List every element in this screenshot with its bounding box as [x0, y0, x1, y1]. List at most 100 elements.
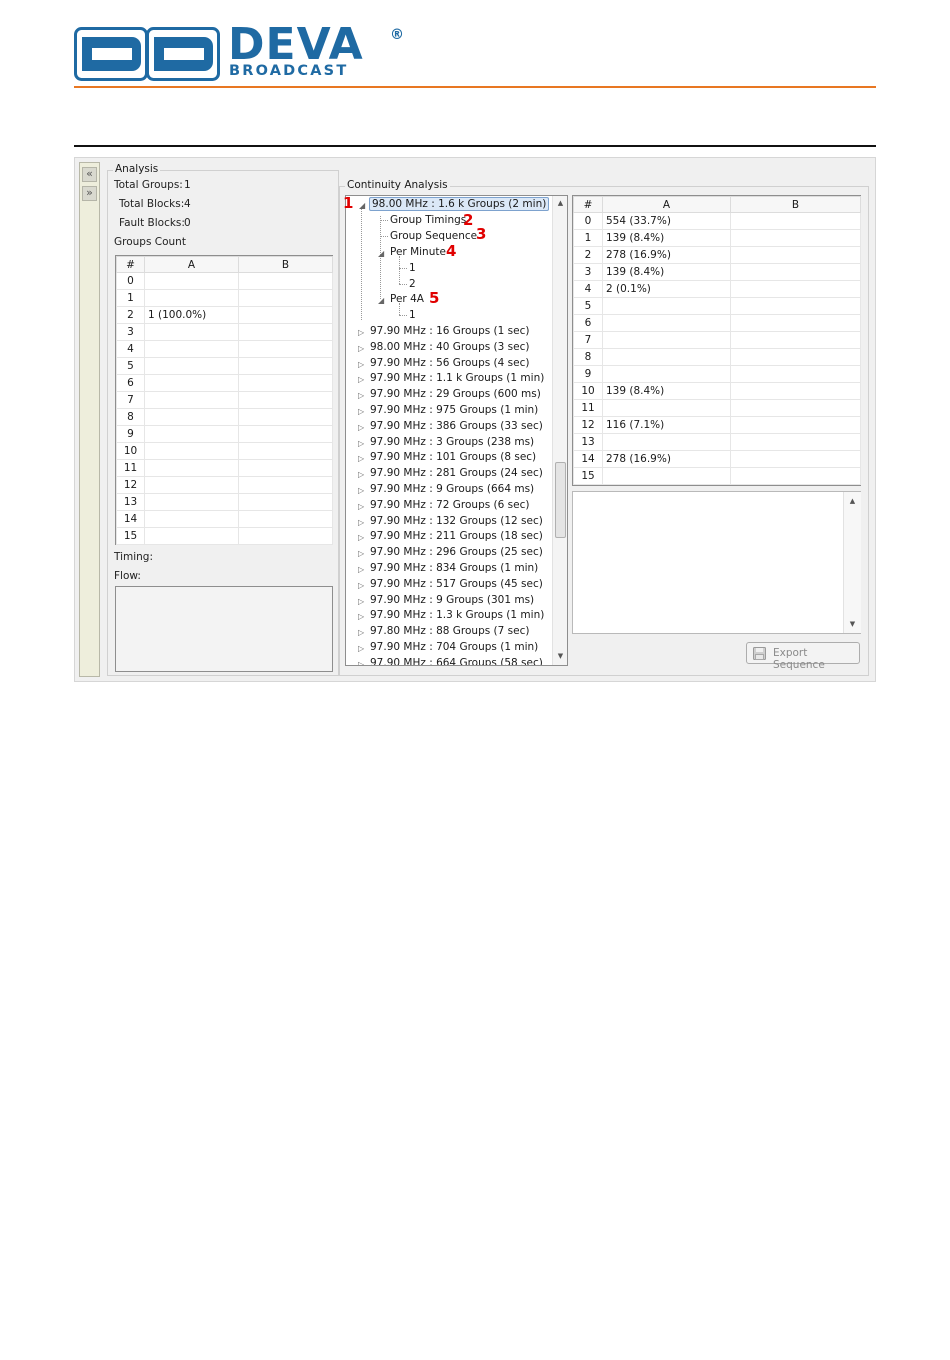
tree-item[interactable]: 97.90 MHz : 975 Groups (1 min)	[370, 404, 538, 416]
collapsed-triangle-icon[interactable]: ▷	[358, 344, 364, 353]
per-minute-item[interactable]: 1	[409, 262, 416, 274]
collapsed-triangle-icon[interactable]: ▷	[358, 565, 364, 574]
tree-item[interactable]: 97.90 MHz : 56 Groups (4 sec)	[370, 357, 529, 369]
tree-item[interactable]: 97.90 MHz : 72 Groups (6 sec)	[370, 499, 529, 511]
scroll-down-icon[interactable]: ▼	[844, 620, 861, 628]
collapsed-triangle-icon[interactable]: ▷	[358, 612, 364, 621]
tree-item[interactable]: 97.90 MHz : 9 Groups (301 ms)	[370, 594, 534, 606]
collapsed-triangle-icon[interactable]: ▷	[358, 391, 364, 400]
table-row[interactable]: 4	[116, 340, 333, 358]
tree-root-node[interactable]: 98.00 MHz : 1.6 k Groups (2 min)	[369, 197, 550, 211]
scroll-thumb[interactable]	[555, 462, 566, 538]
tree-item[interactable]: 97.80 MHz : 88 Groups (7 sec)	[370, 625, 529, 637]
collapsed-triangle-icon[interactable]: ▷	[358, 628, 364, 637]
expanded-triangle-icon[interactable]: ◢	[378, 296, 384, 305]
collapsed-triangle-icon[interactable]: ▷	[358, 502, 364, 511]
table-row[interactable]: 11	[116, 459, 333, 477]
table-row[interactable]: 10	[116, 442, 333, 460]
scroll-up-icon[interactable]: ▲	[844, 497, 861, 505]
per-4a-item[interactable]: 1	[409, 309, 416, 321]
table-row[interactable]: 8	[573, 348, 861, 366]
tree-item[interactable]: 97.90 MHz : 834 Groups (1 min)	[370, 562, 538, 574]
table-row[interactable]: 15	[573, 467, 861, 485]
collapsed-triangle-icon[interactable]: ▷	[358, 328, 364, 337]
collapsed-triangle-icon[interactable]: ▷	[358, 533, 364, 542]
sequence-scrollbar[interactable]: ▲ ▼	[843, 492, 861, 633]
table-row[interactable]: 14	[116, 510, 333, 528]
table-row[interactable]: 6	[116, 374, 333, 392]
table-row[interactable]: 15	[116, 527, 333, 545]
collapsed-triangle-icon[interactable]: ▷	[358, 486, 364, 495]
table-row[interactable]: 3 139 (8.4%)	[573, 263, 861, 281]
tree-item[interactable]: 97.90 MHz : 211 Groups (18 sec)	[370, 530, 543, 542]
tree-item[interactable]: 97.90 MHz : 132 Groups (12 sec)	[370, 515, 543, 527]
table-row[interactable]: 9	[116, 425, 333, 443]
collapsed-triangle-icon[interactable]: ▷	[358, 597, 364, 606]
table-row[interactable]: 7	[116, 391, 333, 409]
table-row[interactable]: 3	[116, 323, 333, 341]
tree-item[interactable]: 97.90 MHz : 16 Groups (1 sec)	[370, 325, 529, 337]
tree-item[interactable]: 97.90 MHz : 101 Groups (8 sec)	[370, 451, 536, 463]
column-header[interactable]: #	[573, 196, 603, 213]
collapsed-triangle-icon[interactable]: ▷	[358, 644, 364, 653]
table-row[interactable]: 42 (0.1%)	[573, 280, 861, 298]
column-header[interactable]: B	[730, 196, 861, 213]
per-minute-node[interactable]: Per Minute	[390, 246, 446, 258]
table-row[interactable]: 1	[116, 289, 333, 307]
collapsed-triangle-icon[interactable]: ▷	[358, 423, 364, 432]
table-row[interactable]: 5	[573, 297, 861, 315]
scroll-down-icon[interactable]: ▼	[553, 652, 567, 660]
expanded-triangle-icon[interactable]: ◢	[359, 201, 365, 210]
table-row[interactable]: 13	[116, 493, 333, 511]
column-header[interactable]: B	[238, 256, 333, 273]
table-row[interactable]: 8	[116, 408, 333, 426]
collapsed-triangle-icon[interactable]: ▷	[358, 407, 364, 416]
table-row[interactable]: 7	[573, 331, 861, 349]
table-row[interactable]: 11	[573, 399, 861, 417]
collapsed-triangle-icon[interactable]: ▷	[358, 660, 364, 665]
collapsed-triangle-icon[interactable]: ▷	[358, 439, 364, 448]
table-row[interactable]: 1 139 (8.4%)	[573, 229, 861, 247]
tree-item[interactable]: 97.90 MHz : 9 Groups (664 ms)	[370, 483, 534, 495]
table-row[interactable]: 10 139 (8.4%)	[573, 382, 861, 400]
group-timings-node[interactable]: Group Timings	[390, 214, 466, 226]
column-header[interactable]: #	[116, 256, 145, 273]
tree-item[interactable]: 97.90 MHz : 664 Groups (58 sec)	[370, 657, 543, 665]
tree-item[interactable]: 97.90 MHz : 704 Groups (1 min)	[370, 641, 538, 653]
table-row[interactable]: 5	[116, 357, 333, 375]
scroll-up-icon[interactable]: ▲	[553, 199, 567, 207]
group-sequence-node[interactable]: Group Sequence	[390, 230, 477, 242]
table-row[interactable]: 14 278 (16.9%)	[573, 450, 861, 468]
tree-item[interactable]: 98.00 MHz : 40 Groups (3 sec)	[370, 341, 529, 353]
table-row[interactable]: 0	[116, 272, 333, 290]
collapsed-triangle-icon[interactable]: ▷	[358, 360, 364, 369]
tree-item[interactable]: 97.90 MHz : 1.3 k Groups (1 min)	[370, 609, 544, 621]
tree-item[interactable]: 97.90 MHz : 386 Groups (33 sec)	[370, 420, 543, 432]
export-sequence-button[interactable]: Export Sequence	[746, 642, 860, 671]
tree-item[interactable]: 97.90 MHz : 517 Groups (45 sec)	[370, 578, 543, 590]
table-row[interactable]: 13	[573, 433, 861, 451]
collapsed-triangle-icon[interactable]: ▷	[358, 470, 364, 479]
expand-button[interactable]: »	[82, 186, 97, 201]
collapsed-triangle-icon[interactable]: ▷	[358, 454, 364, 463]
expanded-triangle-icon[interactable]: ◢	[378, 249, 384, 258]
tree-item[interactable]: 97.90 MHz : 1.1 k Groups (1 min)	[370, 372, 544, 384]
table-row[interactable]: 9	[573, 365, 861, 383]
table-row[interactable]: 2 278 (16.9%)	[573, 246, 861, 264]
collapsed-triangle-icon[interactable]: ▷	[358, 518, 364, 527]
per-4a-node[interactable]: Per 4A	[390, 293, 424, 305]
tree-item[interactable]: 97.90 MHz : 29 Groups (600 ms)	[370, 388, 541, 400]
tree-item[interactable]: 97.90 MHz : 3 Groups (238 ms)	[370, 436, 534, 448]
tree-item[interactable]: 97.90 MHz : 281 Groups (24 sec)	[370, 467, 543, 479]
continuity-tree[interactable]: ◢ 98.00 MHz : 1.6 k Groups (2 min) Group…	[345, 195, 568, 666]
column-header[interactable]: A	[602, 196, 731, 213]
collapse-button[interactable]: «	[82, 167, 97, 182]
per-minute-item[interactable]: 2	[409, 278, 416, 290]
collapsed-triangle-icon[interactable]: ▷	[358, 549, 364, 558]
table-row[interactable]: 21 (100.0%)	[116, 306, 333, 324]
tree-scrollbar[interactable]: ▲ ▼	[552, 196, 567, 665]
column-header[interactable]: A	[144, 256, 239, 273]
table-row[interactable]: 12 116 (7.1%)	[573, 416, 861, 434]
tree-item[interactable]: 97.90 MHz : 296 Groups (25 sec)	[370, 546, 543, 558]
collapsed-triangle-icon[interactable]: ▷	[358, 581, 364, 590]
